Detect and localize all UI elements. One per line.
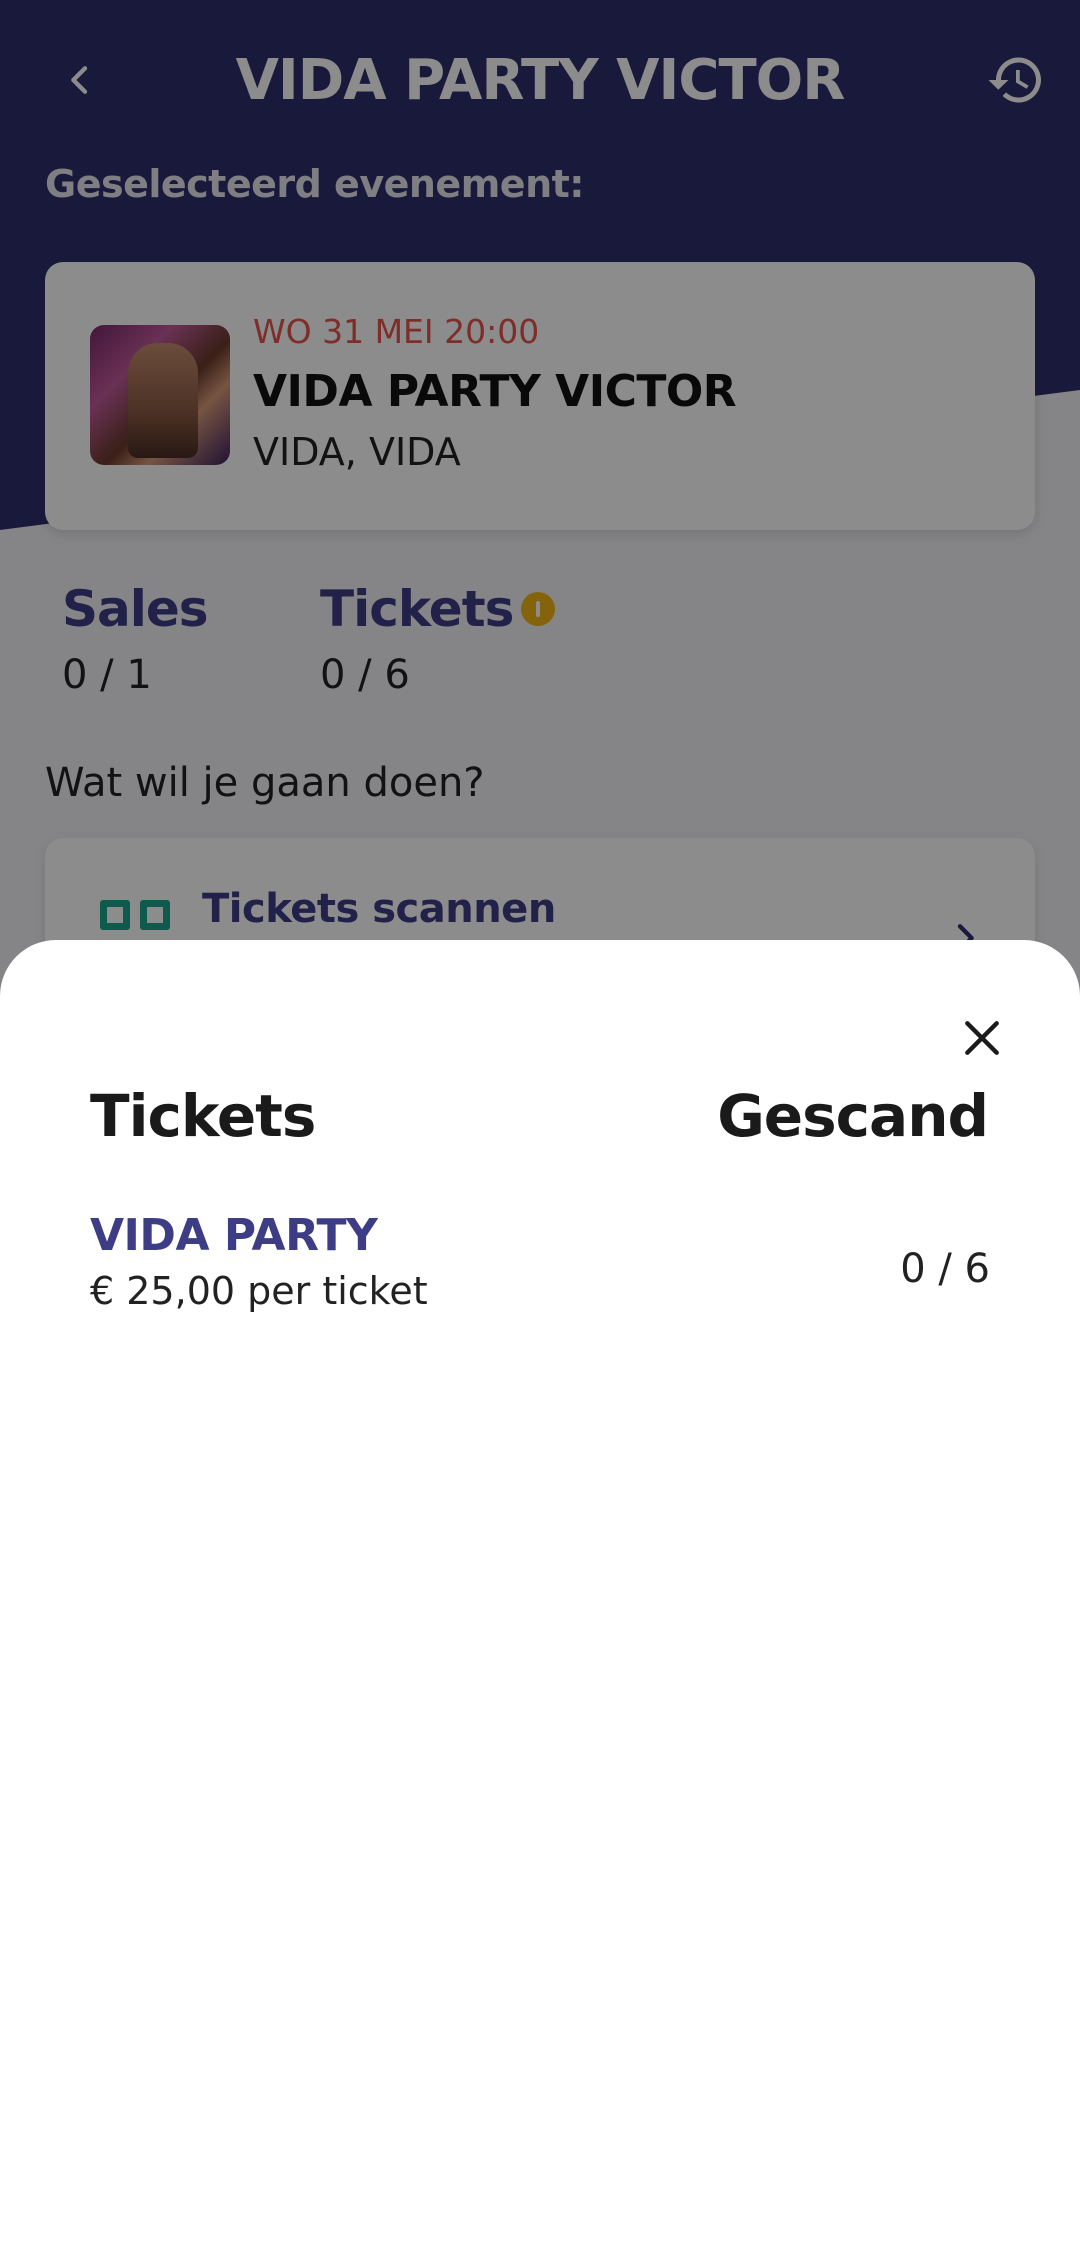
tickets-column-header: Tickets [90, 1082, 316, 1150]
ticket-type-name: VIDA PARTY [90, 1210, 378, 1261]
scanned-column-header: Gescand [717, 1082, 989, 1150]
ticket-scanned-count: 0 / 6 [900, 1246, 990, 1292]
screen: VIDA PARTY VICTOR Geselecteerd evenement… [0, 0, 1080, 2242]
tickets-bottom-sheet: Tickets Gescand VIDA PARTY € 25,00 per t… [0, 940, 1080, 2242]
ticket-row: VIDA PARTY € 25,00 per ticket 0 / 6 [90, 1210, 990, 1340]
close-icon [965, 1021, 999, 1055]
ticket-price: € 25,00 per ticket [90, 1269, 428, 1313]
close-button[interactable] [954, 1010, 1010, 1066]
